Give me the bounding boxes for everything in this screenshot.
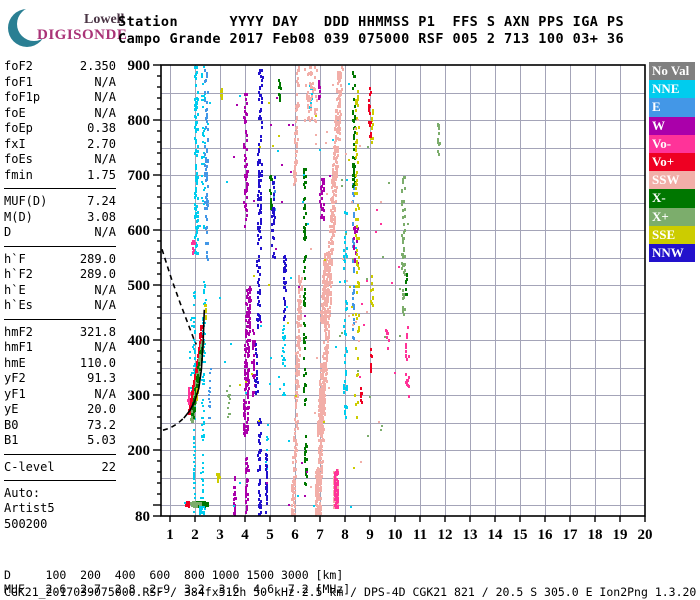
echo-band-x — [226, 385, 231, 418]
echo-band-x — [278, 79, 282, 102]
legend-item-ssw: SSW — [649, 171, 695, 190]
echo-band-e — [208, 368, 212, 419]
x-tick-label: 13 — [463, 527, 478, 543]
echo-band-ssw — [315, 467, 322, 516]
echo-band-w — [233, 97, 331, 506]
y-tick-label: 600 — [128, 223, 151, 239]
legend-item-nne: NNE — [649, 80, 695, 99]
legend-item-x-: X- — [649, 189, 695, 208]
x-tick-label: 15 — [513, 527, 528, 543]
plot-axes — [153, 64, 646, 522]
legend-item-w: W — [649, 116, 695, 135]
legend-item-sse: SSE — [649, 225, 695, 244]
x-tick-label: 16 — [538, 527, 554, 543]
y-tick-label: 700 — [128, 168, 151, 184]
x-tick-label: 9 — [366, 527, 374, 543]
echo-band-nne — [199, 506, 206, 515]
legend-item-vo+: Vo+ — [649, 152, 695, 172]
legend-item-noval: No Val — [649, 62, 695, 81]
y-tick-label: 80 — [135, 509, 150, 525]
echo-band-nnw — [271, 176, 276, 259]
x-tick-label: 8 — [341, 527, 349, 543]
echo-band-nne — [265, 424, 269, 470]
echo-band-nnw — [256, 69, 264, 329]
legend-item-e: E — [649, 98, 695, 117]
echo-band-nnw — [283, 255, 287, 321]
y-tick-label: 400 — [128, 333, 151, 349]
y-tick-label: 300 — [128, 388, 151, 404]
echo-points — [184, 66, 441, 516]
echo-band-vo — [385, 329, 390, 350]
x-tick-label: 12 — [438, 527, 453, 543]
x-tick-label: 6 — [291, 527, 299, 543]
x-tick-label: 1 — [166, 527, 174, 543]
echo-band-nnw — [257, 418, 262, 516]
forecast-curve — [161, 249, 198, 345]
echo-band-x — [269, 175, 273, 210]
distance-row: D 100 200 400 600 800 1000 1500 3000 [km… — [4, 567, 344, 582]
x-tick-label: 20 — [638, 527, 653, 543]
x-tick-label: 3 — [216, 527, 224, 543]
echo-band-w — [233, 476, 237, 516]
echo-band-nne — [194, 66, 199, 255]
doppler-direction-legend: No Val NNE E W Vo- Vo+ SSW X- X+ SSE NNW — [649, 62, 695, 263]
echo-band-w — [243, 93, 249, 228]
echo-band-nne — [281, 325, 286, 396]
x-tick-label: 10 — [388, 527, 403, 543]
y-tick-label: 900 — [128, 58, 151, 74]
echo-band-x — [339, 146, 409, 437]
x-tick-label: 18 — [588, 527, 603, 543]
echo-band-w — [319, 178, 325, 221]
y-tick-label: 500 — [128, 278, 151, 294]
echo-band-ssw — [293, 66, 300, 186]
x-tick-label: 2 — [191, 527, 199, 543]
x-tick-label: 17 — [563, 527, 579, 543]
ionogram-plot: 900800700600500400300200801 2 3 4 5 6 7 8 9 10 11 1… — [128, 58, 653, 543]
x-tick-label: 14 — [488, 527, 504, 543]
x-tick-label: 4 — [241, 527, 249, 543]
legend-item-nnw: NNW — [649, 243, 695, 263]
echo-band-vo — [405, 326, 410, 398]
echo-band-ssw — [315, 66, 344, 516]
legend-item-vo-: Vo- — [649, 134, 695, 153]
y-tick-label: 800 — [128, 113, 151, 129]
echo-band-x — [437, 123, 441, 156]
echo-band-x — [405, 273, 408, 296]
x-tick-label: 19 — [613, 527, 628, 543]
x-tick-label: 7 — [316, 527, 324, 543]
x-tick-label: 5 — [266, 527, 274, 543]
y-tick-label: 200 — [128, 443, 151, 459]
x-tick-label: 11 — [413, 527, 427, 543]
file-status-line: CGK21_2017039075000.RSF / 384fx512h 50 k… — [4, 585, 697, 599]
legend-item-x+: X+ — [649, 207, 695, 226]
echo-band-vo — [359, 209, 400, 378]
profile-dashed-tail — [162, 417, 185, 431]
echo-band-w — [243, 286, 252, 437]
ionogram-window: Lowell DIGISONDE Station YYYY DAY DDD HH… — [0, 0, 700, 600]
